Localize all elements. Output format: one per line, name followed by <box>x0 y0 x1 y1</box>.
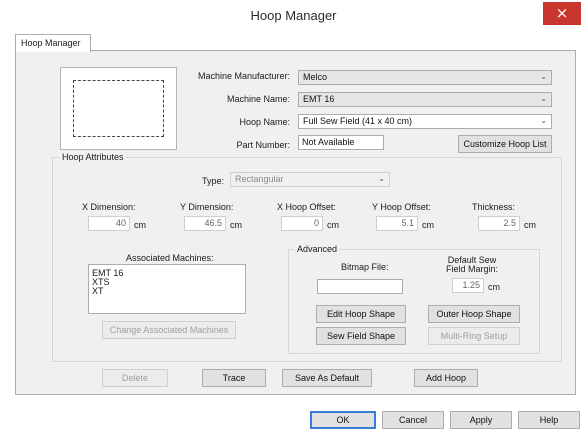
save-as-default-button[interactable]: Save As Default <box>282 369 372 387</box>
machine-name-select[interactable]: EMT 16 ⌄ <box>298 92 552 107</box>
x-dimension-unit: cm <box>134 220 146 230</box>
y-hoop-offset-label: Y Hoop Offset: <box>372 202 431 212</box>
list-item[interactable]: EMT 16 <box>92 269 242 278</box>
manufacturer-select[interactable]: Melco ⌄ <box>298 70 552 85</box>
x-dimension-label: X Dimension: <box>82 202 136 212</box>
add-hoop-button[interactable]: Add Hoop <box>414 369 478 387</box>
chevron-down-icon: ⌄ <box>540 72 547 81</box>
x-dimension-input[interactable]: 40 <box>88 216 130 231</box>
hoop-outline <box>73 80 164 137</box>
manufacturer-label: Machine Manufacturer: <box>197 71 290 81</box>
list-item[interactable]: XT <box>92 287 242 296</box>
edit-hoop-shape-button[interactable]: Edit Hoop Shape <box>316 305 406 323</box>
hoop-attributes-title: Hoop Attributes <box>60 152 126 162</box>
delete-button[interactable]: Delete <box>102 369 168 387</box>
y-hoop-offset-input[interactable]: 5.1 <box>376 216 418 231</box>
x-hoop-offset-unit: cm <box>327 220 339 230</box>
list-item[interactable]: XTS <box>92 278 242 287</box>
x-hoop-offset-label: X Hoop Offset: <box>277 202 336 212</box>
type-select[interactable]: Rectangular ⌄ <box>230 172 390 187</box>
part-number-input[interactable]: Not Available <box>298 135 384 150</box>
sew-field-shape-button[interactable]: Sew Field Shape <box>316 327 406 345</box>
chevron-down-icon: ⌄ <box>540 116 547 125</box>
y-dimension-unit: cm <box>230 220 242 230</box>
chevron-down-icon: ⌄ <box>540 94 547 103</box>
hoop-name-label: Hoop Name: <box>239 117 290 127</box>
bitmap-file-label: Bitmap File: <box>341 262 389 272</box>
type-value: Rectangular <box>235 174 284 184</box>
advanced-title: Advanced <box>295 244 340 254</box>
x-hoop-offset-input[interactable]: 0 <box>281 216 323 231</box>
help-button[interactable]: Help <box>518 411 580 429</box>
outer-hoop-shape-button[interactable]: Outer Hoop Shape <box>428 305 520 323</box>
ok-button[interactable]: OK <box>310 411 376 429</box>
manufacturer-value: Melco <box>303 72 328 82</box>
part-number-label: Part Number: <box>236 140 290 150</box>
window-title: Hoop Manager <box>250 8 337 23</box>
thickness-label: Thickness: <box>472 202 516 212</box>
thickness-unit: cm <box>524 220 536 230</box>
title-bar: Hoop Manager × <box>0 0 587 32</box>
apply-button[interactable]: Apply <box>450 411 512 429</box>
y-hoop-offset-unit: cm <box>422 220 434 230</box>
machine-name-value: EMT 16 <box>303 94 335 104</box>
margin-label-line2: Field Margin: <box>446 264 499 274</box>
hoop-manager-window: Hoop Manager × Hoop Manager Machine Manu… <box>0 0 587 432</box>
hoop-manager-panel: Machine Manufacturer: Melco ⌄ Machine Na… <box>15 50 576 395</box>
bitmap-file-input[interactable] <box>317 279 403 294</box>
thickness-input[interactable]: 2.5 <box>478 216 520 231</box>
tab-hoop-manager[interactable]: Hoop Manager <box>15 34 91 52</box>
multi-ring-setup-button[interactable]: Multi-Ring Setup <box>428 327 520 345</box>
trace-button[interactable]: Trace <box>202 369 266 387</box>
hoop-name-value: Full Sew Field (41 x 40 cm) <box>303 116 413 126</box>
associated-machines-list[interactable]: EMT 16 XTS XT <box>88 264 246 314</box>
y-dimension-label: Y Dimension: <box>180 202 234 212</box>
hoop-preview <box>60 67 177 150</box>
sew-field-margin-unit: cm <box>488 282 500 292</box>
chevron-down-icon: ⌄ <box>378 174 385 183</box>
hoop-name-select[interactable]: Full Sew Field (41 x 40 cm) ⌄ <box>298 114 552 129</box>
sew-field-margin-input[interactable]: 1.25 <box>452 278 484 293</box>
type-label: Type: <box>202 176 225 186</box>
machine-name-label: Machine Name: <box>226 94 290 104</box>
cancel-button[interactable]: Cancel <box>382 411 444 429</box>
y-dimension-input[interactable]: 46.5 <box>184 216 226 231</box>
customize-hoop-list-button[interactable]: Customize Hoop List <box>458 135 552 153</box>
close-icon[interactable]: × <box>543 2 581 25</box>
associated-machines-label: Associated Machines: <box>126 253 214 263</box>
change-associated-machines-button[interactable]: Change Associated Machines <box>102 321 236 339</box>
